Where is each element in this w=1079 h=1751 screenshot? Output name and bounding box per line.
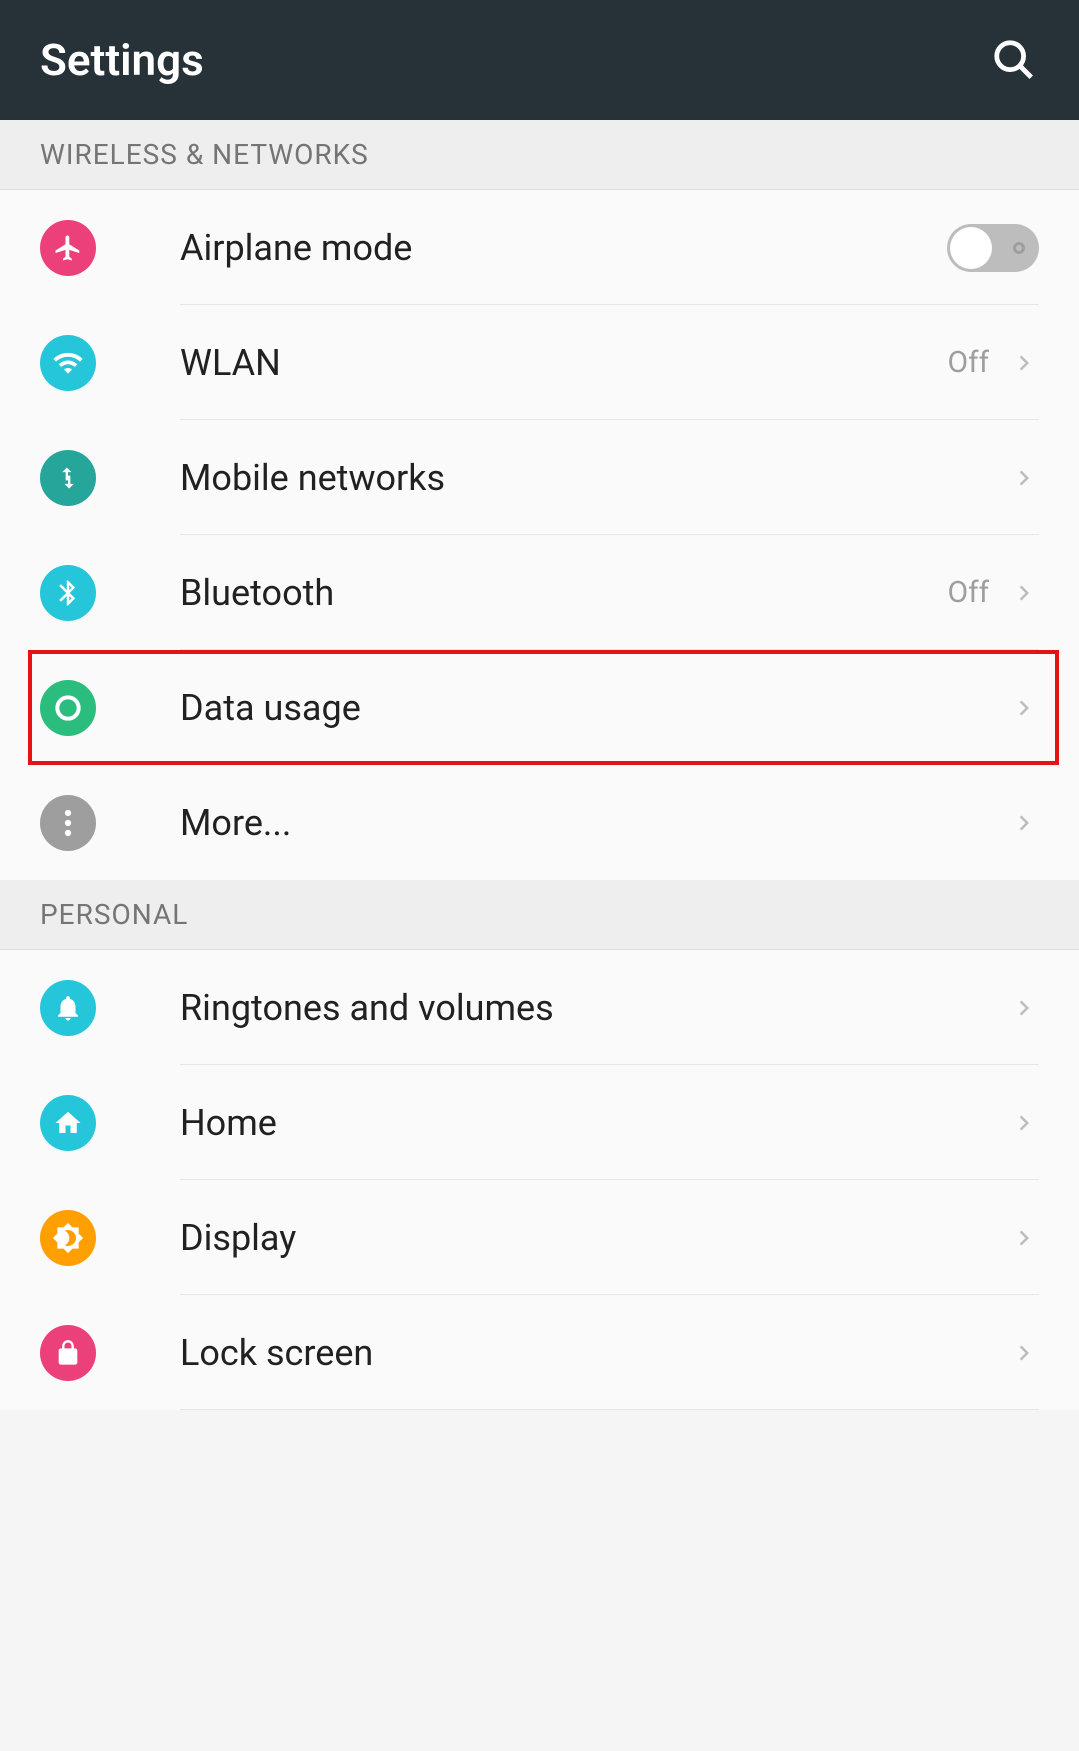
item-mobile-networks[interactable]: Mobile networks (0, 420, 1079, 535)
toggle-knob (950, 227, 992, 269)
divider (180, 1409, 1039, 1410)
chevron-right-icon (1009, 808, 1039, 838)
item-ringtones[interactable]: Ringtones and volumes (0, 950, 1079, 1065)
toggle-dot (1013, 242, 1025, 254)
chevron-right-icon (1009, 1108, 1039, 1138)
item-lock-screen[interactable]: Lock screen (0, 1295, 1079, 1410)
item-label: Airplane mode (180, 227, 947, 269)
chevron-right-icon (1009, 993, 1039, 1023)
chevron-right-icon (1009, 1338, 1039, 1368)
chevron-right-icon (1009, 693, 1039, 723)
item-status: Off (948, 345, 990, 380)
item-label: WLAN (180, 342, 948, 384)
item-label: More... (180, 802, 1009, 844)
mobile-networks-icon (40, 450, 96, 506)
item-status: Off (948, 575, 990, 610)
chevron-right-icon (1009, 1223, 1039, 1253)
search-icon (991, 37, 1037, 83)
page-title: Settings (40, 34, 204, 86)
home-icon (40, 1095, 96, 1151)
data-usage-icon (40, 680, 96, 736)
item-label: Mobile networks (180, 457, 1009, 499)
more-icon (40, 795, 96, 851)
item-label: Ringtones and volumes (180, 987, 1009, 1029)
highlight-box: Data usage (0, 650, 1079, 765)
chevron-right-icon (1009, 578, 1039, 608)
item-label: Lock screen (180, 1332, 1009, 1374)
item-wlan[interactable]: WLAN Off (0, 305, 1079, 420)
lock-icon (40, 1325, 96, 1381)
brightness-icon (40, 1210, 96, 1266)
wifi-icon (40, 335, 96, 391)
item-label: Home (180, 1102, 1009, 1144)
airplane-toggle[interactable] (947, 224, 1039, 272)
item-display[interactable]: Display (0, 1180, 1079, 1295)
item-label: Data usage (180, 687, 1009, 729)
bluetooth-icon (40, 565, 96, 621)
item-bluetooth[interactable]: Bluetooth Off (0, 535, 1079, 650)
bell-icon (40, 980, 96, 1036)
search-button[interactable] (989, 35, 1039, 85)
section-header-personal: PERSONAL (0, 880, 1079, 950)
list-personal: Ringtones and volumes Home Display Lock … (0, 950, 1079, 1410)
airplane-icon (40, 220, 96, 276)
item-airplane-mode[interactable]: Airplane mode (0, 190, 1079, 305)
chevron-right-icon (1009, 463, 1039, 493)
item-label: Display (180, 1217, 1009, 1259)
item-home[interactable]: Home (0, 1065, 1079, 1180)
chevron-right-icon (1009, 348, 1039, 378)
app-header: Settings (0, 0, 1079, 120)
item-data-usage[interactable]: Data usage (0, 650, 1079, 765)
item-more[interactable]: More... (0, 765, 1079, 880)
item-label: Bluetooth (180, 572, 948, 614)
section-header-wireless: WIRELESS & NETWORKS (0, 120, 1079, 190)
list-wireless: Airplane mode WLAN Off Mobile networks B… (0, 190, 1079, 880)
